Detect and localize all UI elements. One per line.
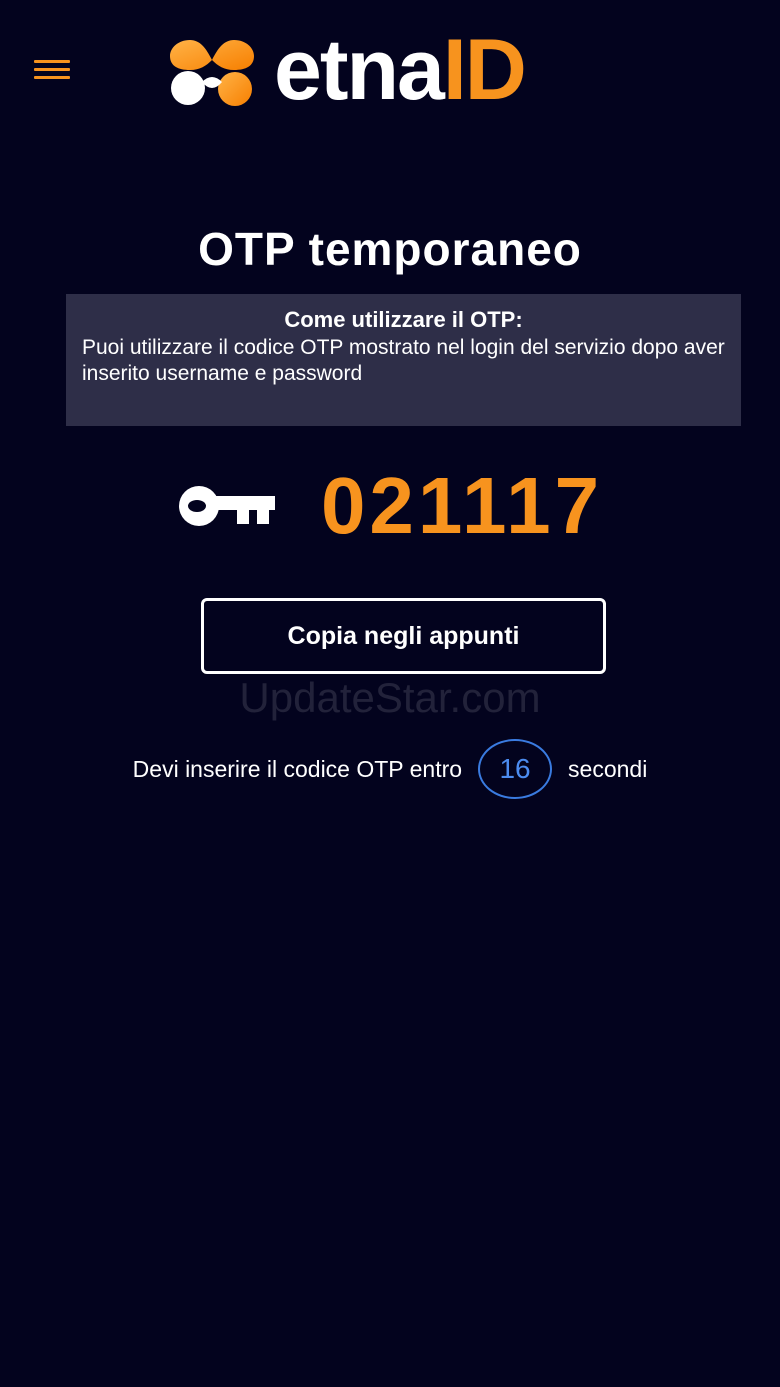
timer-suffix: secondi [568,755,648,782]
menu-button[interactable] [34,60,70,80]
otp-code: 021117 [320,461,604,550]
hamburger-line [34,68,70,71]
logo-wordmark: etnaID [274,27,527,113]
otp-display: 021117 [0,460,780,552]
key-icon [178,486,275,526]
page-title: OTP temporaneo [198,223,582,275]
logo-word: etna [274,22,445,118]
copy-to-clipboard-button[interactable]: Copia negli appunti [201,598,606,674]
timer-row: Devi inserire il codice OTP entro 16 sec… [0,738,780,800]
info-box: Come utilizzare il OTP: Puoi utilizzare … [66,294,741,426]
info-text: Puoi utilizzare il codice OTP mostrato n… [82,336,725,385]
countdown-badge: 16 [478,739,553,799]
etnaid-logo: etnaID [168,27,527,113]
logo-mark-icon [170,40,254,106]
watermark: UpdateStar.com [239,674,541,721]
hamburger-line [34,76,70,79]
info-heading: Come utilizzare il OTP: [284,307,523,332]
logo-suffix: ID [442,22,527,118]
timer-prefix: Devi inserire il codice OTP entro [132,755,463,782]
hamburger-menu-icon [34,60,70,63]
